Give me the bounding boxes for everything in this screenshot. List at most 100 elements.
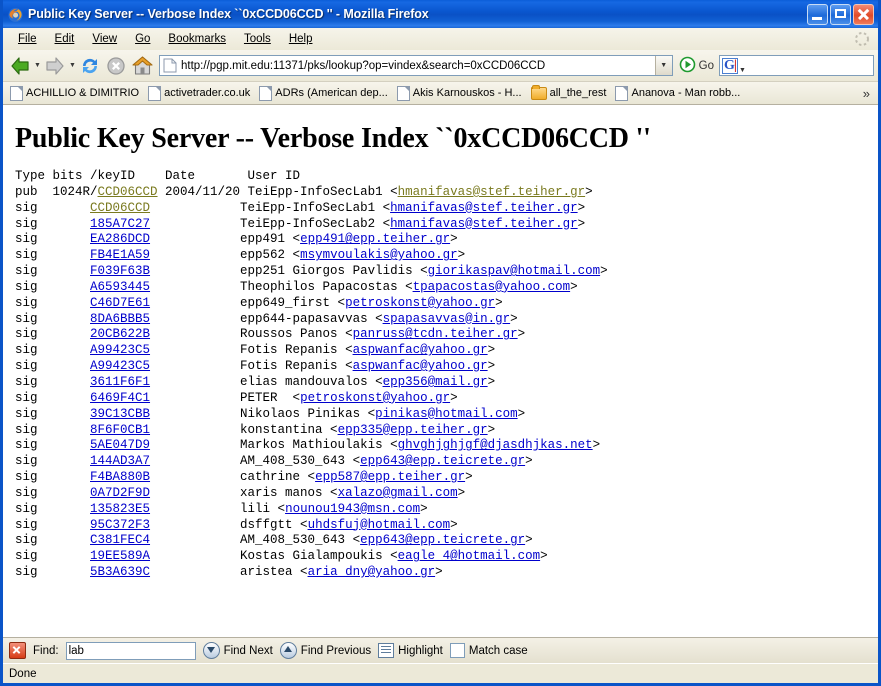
menu-help-label: Help [288,33,313,45]
menu-file[interactable]: File [9,31,46,47]
email-link[interactable]: giorikaspav@hotmail.com [428,264,601,278]
forward-arrow-icon [42,53,68,79]
close-findbar-icon[interactable] [9,642,26,659]
find-next-button[interactable]: Find Next [202,642,273,659]
back-arrow-icon[interactable] [7,53,33,79]
menu-edit-label: Edit [54,33,75,45]
email-link[interactable]: hmanifavas@stef.teiher.gr [390,201,578,215]
search-engine-caret-icon[interactable]: ▼ [739,67,746,74]
keyid-link[interactable]: 144AD3A7 [90,454,150,468]
bookmark-item[interactable]: ADRs (American dep... [256,85,393,102]
email-link[interactable]: eagle_4@hotmail.com [398,549,541,563]
home-icon[interactable] [129,53,155,79]
email-link[interactable]: hmanifavas@stef.teiher.gr [398,185,586,199]
email-link[interactable]: petroskonst@yahoo.gr [300,391,450,405]
email-link[interactable]: epp587@epp.teiher.gr [315,470,465,484]
email-link[interactable]: msymvoulakis@yahoo.gr [300,248,458,262]
reload-icon[interactable] [77,53,103,79]
keyid-link[interactable]: 6469F4C1 [90,391,150,405]
highlight-icon [378,643,395,658]
keyid-link[interactable]: CCD06CCD [98,185,158,199]
maximize-button[interactable] [830,3,851,25]
search-input[interactable]: G| ▼ [719,55,874,76]
email-link[interactable]: epp643@epp.teicrete.gr [360,454,525,468]
email-link[interactable]: nounou1943@msn.com [285,502,420,516]
close-button[interactable] [853,3,874,25]
url-dropdown-icon[interactable]: ▼ [654,56,672,75]
keyid-link[interactable]: C381FEC4 [90,533,150,547]
email-link[interactable]: uhdsfuj@hotmail.com [308,518,451,532]
bookmark-item[interactable]: activetrader.co.uk [145,85,256,102]
keyid-link[interactable]: 3611F6F1 [90,375,150,389]
highlight-button[interactable]: Highlight [378,643,443,658]
bookmark-folder-item[interactable]: all_the_rest [528,84,613,101]
email-link[interactable]: spapasavvas@in.gr [383,312,511,326]
keyid-link[interactable]: 39C13CBB [90,407,150,421]
keyid-link[interactable]: F039F63B [90,264,150,278]
keyid-link[interactable]: 185A7C27 [90,217,150,231]
menu-go[interactable]: Go [126,31,159,47]
email-link[interactable]: epp335@epp.teiher.gr [338,423,488,437]
keyid-link[interactable]: 5B3A639C [90,565,150,579]
keyid-link[interactable]: F4BA880B [90,470,150,484]
email-link[interactable]: tpapacostas@yahoo.com [413,280,571,294]
bookmarks-overflow-icon[interactable]: » [859,86,874,101]
keyid-link[interactable]: A99423C5 [90,359,150,373]
bookmark-page-icon [615,85,629,101]
bookmark-label: ACHILLIO & DIMITRIO [26,87,140,99]
keyid-link[interactable]: EA286DCD [90,232,150,246]
email-link[interactable]: petroskonst@yahoo.gr [345,296,495,310]
page-title: Public Key Server -- Verbose Index ``0xC… [15,123,651,154]
menu-edit[interactable]: Edit [46,31,84,47]
menu-bar: File Edit View Go Bookmarks Tools Help [3,28,878,50]
keyid-link[interactable]: 8DA6BBB5 [90,312,150,326]
browser-window: Public Key Server -- Verbose Index ``0xC… [0,0,881,686]
keyid-link[interactable]: A99423C5 [90,343,150,357]
email-link[interactable]: epp643@epp.teicrete.gr [360,533,525,547]
bookmark-item[interactable]: ACHILLIO & DIMITRIO [7,85,145,102]
keyid-link[interactable]: C46D7E61 [90,296,150,310]
email-link[interactable]: panruss@tcdn.teiher.gr [353,327,518,341]
go-button[interactable]: Go [677,56,719,76]
menu-view[interactable]: View [83,31,126,47]
email-link[interactable]: hmanifavas@stef.teiher.gr [390,217,578,231]
url-text[interactable]: http://pgp.mit.edu:11371/pks/lookup?op=v… [181,60,655,72]
url-bar[interactable]: http://pgp.mit.edu:11371/pks/lookup?op=v… [159,55,673,76]
keyid-link[interactable]: FB4E1A59 [90,248,150,262]
find-previous-button[interactable]: Find Previous [279,642,371,659]
email-link[interactable]: xalazo@gmail.com [338,486,458,500]
email-link[interactable]: aspwanfac@yahoo.gr [353,359,488,373]
menu-bookmarks-label: Bookmarks [168,33,226,45]
keyid-link[interactable]: 135823E5 [90,502,150,516]
bookmark-item[interactable]: Ananova - Man robb... [612,85,746,102]
email-link[interactable]: aria_dny@yahoo.gr [308,565,436,579]
keyid-link[interactable]: 20CB622B [90,327,150,341]
email-link[interactable]: aspwanfac@yahoo.gr [353,343,488,357]
page-icon [163,58,177,73]
keyid-link[interactable]: 8F6F0CB1 [90,423,150,437]
google-icon[interactable]: G| [722,57,738,74]
email-link[interactable]: epp491@epp.teiher.gr [300,232,450,246]
checkbox-icon[interactable] [449,643,465,658]
back-history-caret-icon[interactable]: ▼ [33,53,42,79]
menu-help[interactable]: Help [280,31,322,47]
minimize-button[interactable] [807,3,828,25]
keyid-link[interactable]: 5AE047D9 [90,438,150,452]
keyid-link[interactable]: 0A7D2F9D [90,486,150,500]
email-link[interactable]: pinikas@hotmail.com [375,407,518,421]
menu-tools[interactable]: Tools [235,31,280,47]
match-case-checkbox[interactable]: Match case [449,643,528,658]
menu-bookmarks[interactable]: Bookmarks [159,31,235,47]
bookmark-label: all_the_rest [549,87,607,99]
keyid-link[interactable]: CCD06CCD [90,201,150,215]
keyid-link[interactable]: 19EE589A [90,549,150,563]
email-link[interactable]: epp356@mail.gr [383,375,488,389]
chevron-down-icon [202,642,220,659]
find-input[interactable]: lab [65,641,196,660]
forward-history-caret-icon: ▼ [69,61,76,69]
menu-file-label: File [18,33,37,45]
bookmark-item[interactable]: Akis Karnouskos - H... [394,85,528,102]
keyid-link[interactable]: 95C372F3 [90,518,150,532]
keyid-link[interactable]: A6593445 [90,280,150,294]
email-link[interactable]: ghvghjghjgf@djasdhjkas.net [398,438,593,452]
